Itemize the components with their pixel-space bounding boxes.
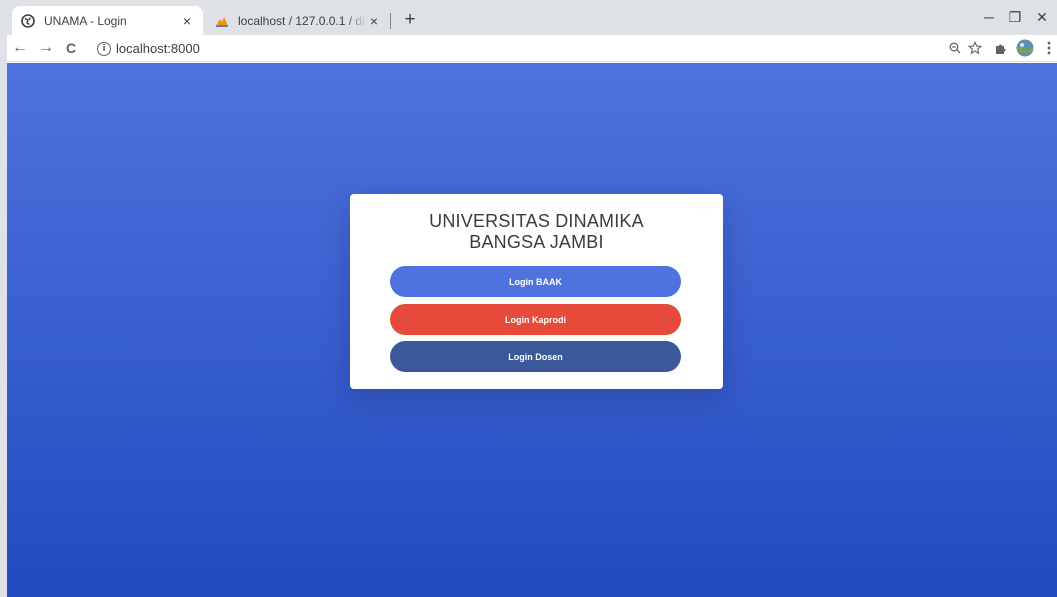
close-tab-icon[interactable]: × (179, 13, 195, 29)
browser-toolbar: ← → C i localhost:8000 (0, 35, 1057, 62)
login-page-background: UNIVERSITAS DINAMIKA BANGSA JAMBI Login … (7, 63, 1057, 597)
close-tab-icon[interactable]: × (366, 13, 382, 29)
login-kaprodi-button[interactable]: Login Kaprodi (390, 304, 681, 335)
browser-tab-strip: UNAMA - Login × localhost / 127.0.0.1 / … (0, 0, 1057, 35)
phpmyadmin-icon (214, 13, 230, 29)
extensions-icon[interactable] (991, 39, 1009, 57)
zoom-icon[interactable] (946, 39, 964, 57)
forward-button[interactable]: → (36, 38, 56, 58)
university-title: UNIVERSITAS DINAMIKA BANGSA JAMBI (429, 211, 644, 252)
window-left-edge (0, 35, 7, 597)
restore-button[interactable]: ❐ (1000, 6, 1030, 28)
back-button[interactable]: ← (10, 38, 30, 58)
globe-icon (20, 13, 36, 29)
login-baak-button[interactable]: Login BAAK (390, 266, 681, 297)
login-dosen-button[interactable]: Login Dosen (390, 341, 681, 372)
tab-phpmyadmin[interactable]: localhost / 127.0.0.1 / dbbaak / m × (206, 6, 390, 35)
login-card: UNIVERSITAS DINAMIKA BANGSA JAMBI Login … (350, 194, 723, 389)
new-tab-button[interactable]: + (399, 9, 421, 31)
tab-unama-login[interactable]: UNAMA - Login × (12, 6, 203, 35)
address-bar[interactable]: i localhost:8000 (92, 38, 1052, 59)
menu-icon[interactable] (1040, 39, 1057, 57)
close-window-button[interactable]: ✕ (1027, 6, 1057, 28)
tab-title: UNAMA - Login (44, 13, 127, 28)
tab-title: localhost / 127.0.0.1 / dbbaak / m (238, 13, 366, 28)
reload-button[interactable]: C (61, 38, 81, 58)
tab-separator (390, 13, 391, 29)
profile-avatar-icon[interactable] (1016, 39, 1034, 57)
site-info-icon[interactable]: i (97, 41, 111, 56)
url-text: localhost:8000 (116, 41, 200, 56)
star-icon[interactable] (966, 39, 984, 57)
